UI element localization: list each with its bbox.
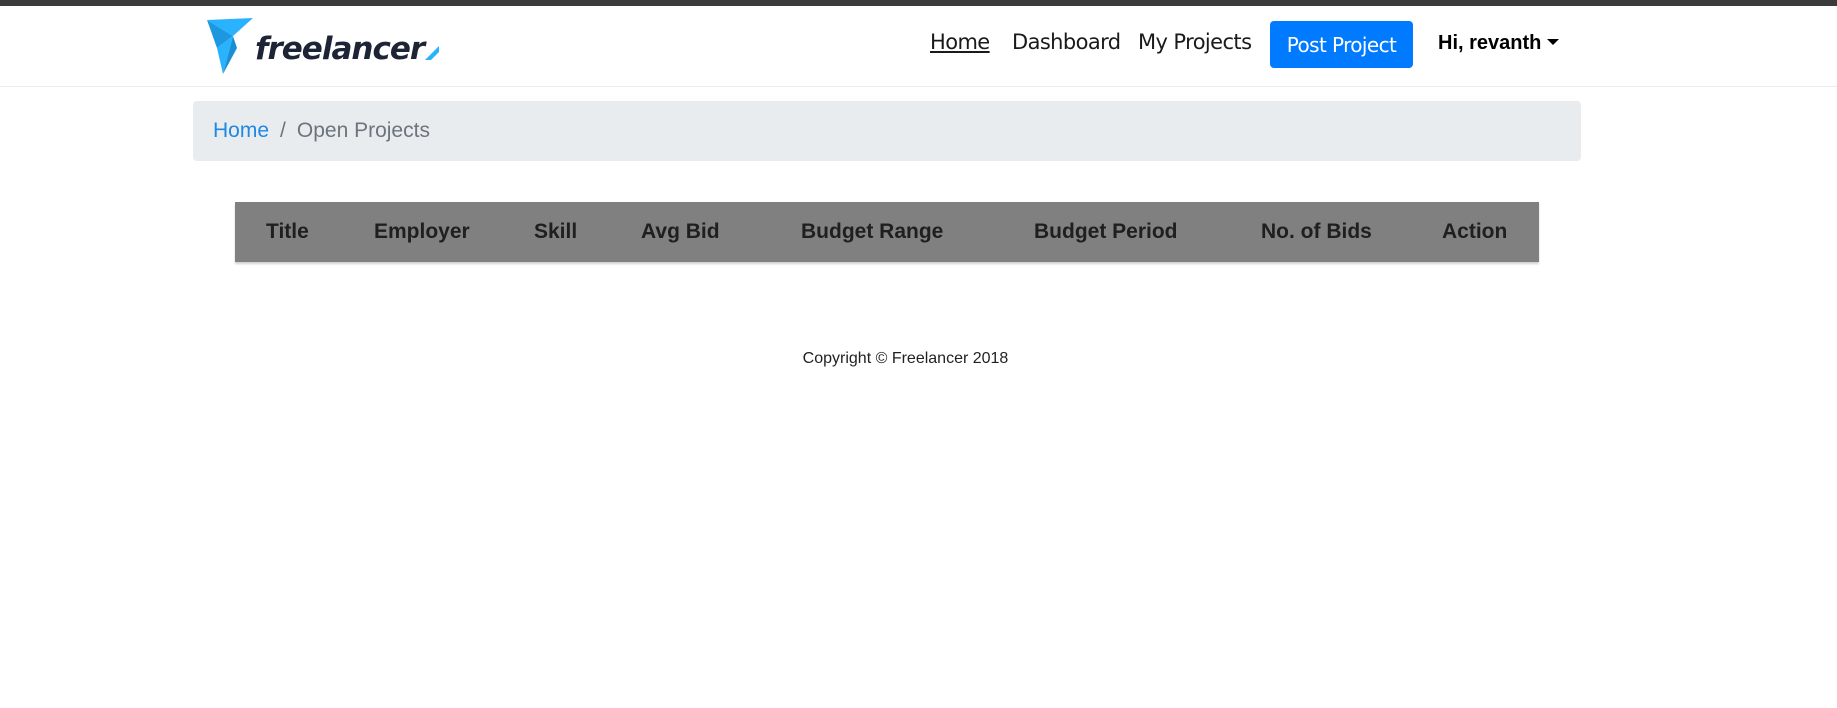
brand-slash-icon <box>425 46 440 60</box>
navbar: freelancer Home Dashboard My Projects Po… <box>0 6 1837 87</box>
nav-dashboard-link[interactable]: Dashboard <box>1012 30 1121 54</box>
user-greeting: Hi, revanth <box>1438 32 1542 54</box>
column-header-no-of-bids[interactable]: No. of Bids <box>1261 202 1372 262</box>
freelancer-logo[interactable]: freelancer <box>207 18 440 74</box>
projects-table: Title Employer Skill Avg Bid Budget Rang… <box>235 202 1539 262</box>
nav-my-projects-link[interactable]: My Projects <box>1138 30 1252 54</box>
breadcrumb-current: Open Projects <box>296 119 430 142</box>
freelancer-bird-icon <box>207 18 253 74</box>
user-menu-dropdown[interactable]: Hi, revanth <box>1438 32 1560 55</box>
column-header-employer[interactable]: Employer <box>374 202 470 262</box>
nav-home-link[interactable]: Home <box>930 30 990 54</box>
column-header-title[interactable]: Title <box>266 202 309 262</box>
column-header-skill[interactable]: Skill <box>534 202 577 262</box>
column-header-budget-range[interactable]: Budget Range <box>801 202 943 262</box>
brand-name: freelancer <box>255 31 425 67</box>
breadcrumb-home-link[interactable]: Home <box>213 119 269 143</box>
post-project-button[interactable]: Post Project <box>1270 21 1413 68</box>
column-header-action[interactable]: Action <box>1442 202 1507 262</box>
breadcrumb-separator: / <box>280 119 286 142</box>
footer-copyright: Copyright © Freelancer 2018 <box>802 350 1009 367</box>
column-header-avg-bid[interactable]: Avg Bid <box>641 202 720 262</box>
caret-down-icon <box>1547 38 1560 45</box>
column-header-budget-period[interactable]: Budget Period <box>1034 202 1178 262</box>
breadcrumb: Home / Open Projects <box>193 101 1581 161</box>
